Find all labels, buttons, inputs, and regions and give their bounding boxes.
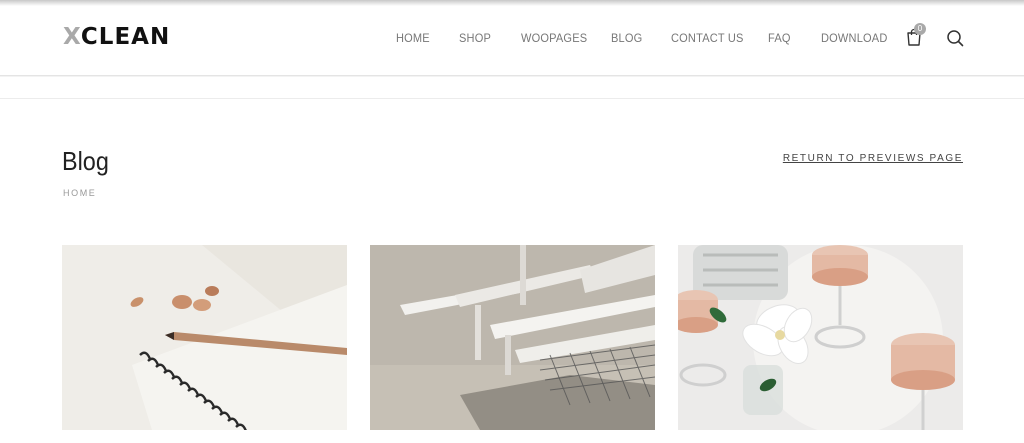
logo-x: X: [63, 24, 81, 50]
return-to-previous-page-link[interactable]: RETURN TO PREVIEWS PAGE: [783, 153, 963, 164]
nav-item-home[interactable]: HOME: [396, 31, 430, 45]
nav-item-shop[interactable]: SHOP: [459, 31, 491, 45]
blog-post-card[interactable]: [678, 245, 963, 430]
blog-post-card[interactable]: [370, 245, 655, 430]
logo-text: CLEAN: [80, 24, 171, 50]
breadcrumb[interactable]: HOME: [63, 188, 96, 198]
nav-item-contact-us[interactable]: CONTACT US: [671, 31, 744, 45]
nav-item-download[interactable]: DOWNLOAD: [821, 31, 887, 45]
site-header: XCLEAN HOME SHOP WOOPAGES BLOG CONTACT U…: [0, 0, 1024, 76]
nav-item-blog[interactable]: BLOG: [611, 31, 642, 45]
cart-count-badge: 0: [914, 23, 926, 35]
header-divider: [0, 98, 1024, 99]
site-logo[interactable]: XCLEAN: [63, 24, 170, 50]
nav-item-faq[interactable]: FAQ: [768, 31, 791, 45]
nav-item-woopages[interactable]: WOOPAGES: [521, 31, 587, 45]
page-title: Blog: [62, 146, 109, 176]
notebook-pencil-image[interactable]: [62, 245, 347, 430]
search-icon[interactable]: [946, 29, 964, 47]
glasses-flower-image[interactable]: [678, 245, 963, 430]
white-bench-image[interactable]: [370, 245, 655, 430]
blog-post-card[interactable]: [62, 245, 347, 430]
